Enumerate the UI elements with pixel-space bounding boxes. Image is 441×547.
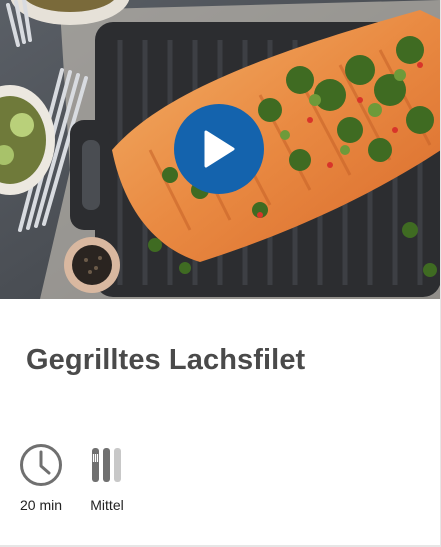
difficulty-bar-1 [92, 448, 99, 482]
prep-time-label: 20 min [19, 497, 63, 513]
difficulty-label: Mittel [90, 497, 124, 513]
difficulty: Mittel [82, 443, 132, 513]
play-video-button[interactable] [174, 104, 264, 194]
recipe-card[interactable]: Gegrilltes Lachsfilet 20 min Mittel [0, 0, 441, 547]
recipe-video-thumbnail[interactable] [0, 0, 440, 299]
difficulty-bar-2 [103, 448, 110, 482]
prep-time: 20 min [16, 443, 66, 513]
clock-icon [19, 443, 63, 487]
recipe-title[interactable]: Gegrilltes Lachsfilet [26, 344, 305, 377]
play-icon [204, 130, 235, 168]
difficulty-bar-3 [114, 448, 121, 482]
difficulty-bars-icon [90, 443, 124, 487]
